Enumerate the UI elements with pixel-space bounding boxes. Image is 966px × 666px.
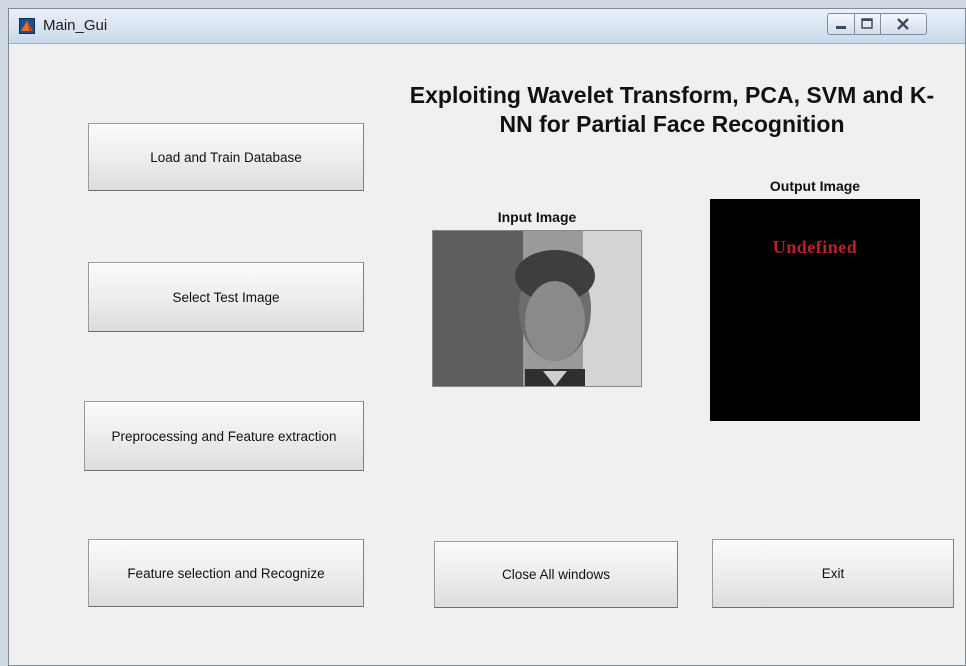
output-result-text: Undefined — [772, 237, 858, 257]
preprocessing-feature-extraction-button[interactable]: Preprocessing and Feature extraction — [84, 401, 364, 471]
input-image-label: Input Image — [497, 209, 577, 225]
minimize-button[interactable] — [827, 13, 855, 35]
close-all-windows-button[interactable]: Close All windows — [434, 541, 678, 608]
feature-selection-recognize-button[interactable]: Feature selection and Recognize — [88, 539, 364, 607]
title-bar[interactable]: Main_Gui — [9, 9, 965, 44]
output-image: Undefined — [710, 199, 920, 421]
select-test-image-button[interactable]: Select Test Image — [88, 262, 364, 332]
matlab-icon — [19, 18, 35, 34]
load-train-database-button[interactable]: Load and Train Database — [88, 123, 364, 191]
maximize-button[interactable] — [855, 13, 881, 35]
face-photo — [433, 231, 641, 386]
main-window: Main_Gui Exploiting Wavelet Transform, P… — [8, 8, 966, 666]
window-title: Main_Gui — [43, 17, 108, 34]
input-image — [432, 230, 642, 387]
page-title: Exploiting Wavelet Transform, PCA, SVM a… — [409, 82, 935, 137]
output-image-label: Output Image — [769, 178, 861, 194]
exit-button[interactable]: Exit — [712, 539, 954, 608]
close-button[interactable] — [881, 13, 927, 35]
